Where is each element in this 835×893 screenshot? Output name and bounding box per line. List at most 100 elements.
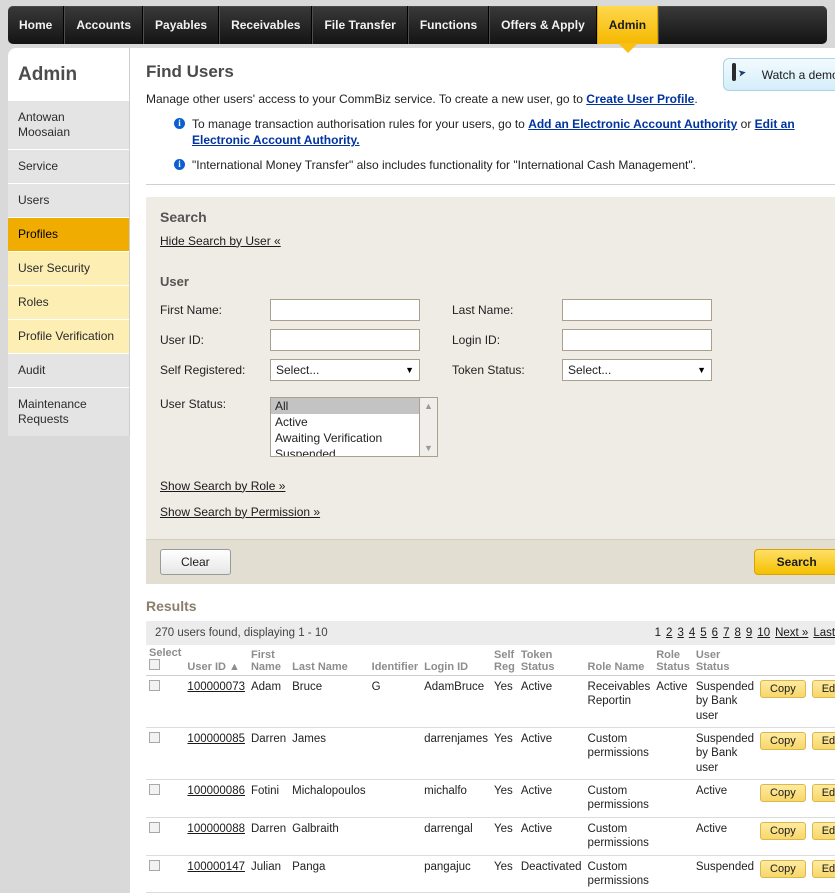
table-row: 100000073 Adam Bruce G AdamBruce Yes Active Rec… (146, 675, 835, 728)
sidebar-item-user-security[interactable]: User Security (8, 251, 129, 285)
sidebar-item-audit[interactable]: Audit (8, 353, 129, 387)
copy-button[interactable]: Copy (760, 679, 806, 698)
user-id-link[interactable]: 100000085 (187, 733, 245, 745)
notice-international-money-transfer: i "International Money Transfer" also in… (174, 157, 835, 173)
scroll-down-icon[interactable]: ▼ (424, 443, 433, 453)
pagination-page-5[interactable]: 5 (700, 627, 706, 639)
sidebar-item-profile-verification[interactable]: Profile Verification (8, 319, 129, 353)
sidebar-item-roles[interactable]: Roles (8, 285, 129, 319)
pagination-page-2[interactable]: 2 (666, 627, 672, 639)
nav-item-accounts[interactable]: Accounts (64, 6, 144, 44)
sidebar-item-antowan-moosaian[interactable]: Antowan Moosaian (8, 100, 129, 149)
cell-identifier: G (368, 675, 422, 728)
user-id-link[interactable]: 100000073 (187, 681, 245, 693)
cell-role-name: Custom permissions (584, 779, 654, 818)
create-user-profile-link[interactable]: Create User Profile (586, 92, 694, 106)
row-checkbox[interactable] (149, 821, 160, 833)
cell-login-id: darrenjames (421, 727, 492, 781)
cell-self-reg: Yes (491, 817, 518, 856)
pagination-page-9[interactable]: 9 (746, 627, 752, 639)
clear-button[interactable]: Clear (160, 548, 231, 575)
token-status-label: Token Status: (452, 362, 525, 377)
row-select-cell (146, 727, 185, 781)
copy-button[interactable]: Copy (760, 731, 806, 750)
search-panel: Search Hide Search by User « User First … (146, 196, 835, 584)
first-name-input[interactable] (270, 298, 420, 321)
add-electronic-account-authority-link[interactable]: Add an Electronic Account Authority (528, 117, 737, 131)
sidebar-item-service[interactable]: Service (8, 149, 129, 183)
edit-button[interactable]: Edit (811, 859, 835, 878)
nav-item-admin[interactable]: Admin (596, 6, 659, 44)
column-header-user-status: User Status (692, 644, 758, 676)
show-search-by-role-link[interactable]: Show Search by Role » (160, 479, 285, 493)
search-button[interactable]: Search (753, 548, 835, 575)
show-search-by-permission-link[interactable]: Show Search by Permission » (160, 505, 320, 519)
row-checkbox[interactable] (149, 859, 160, 871)
pagination-page-8[interactable]: 8 (734, 627, 740, 639)
top-navigation-bar: Home Accounts Payables Receivables File Tran… (0, 0, 835, 53)
watch-a-demo-button[interactable]: ➤ Watch a demo (722, 58, 835, 91)
listbox-scrollbar[interactable]: ▲ ▼ (420, 396, 438, 457)
cell-token-status: Active (517, 675, 585, 728)
login-id-input[interactable] (562, 328, 712, 351)
edit-button[interactable]: Edit (811, 679, 835, 698)
nav-item-receivables[interactable]: Receivables (219, 6, 313, 44)
cell-self-reg: Yes (491, 727, 518, 781)
pagination-page-3[interactable]: 3 (677, 627, 683, 639)
chevron-down-icon: ▼ (697, 364, 706, 375)
cell-login-id: michalfo (421, 779, 492, 818)
self-registered-select[interactable]: Select... ▼ (270, 358, 420, 381)
token-status-select[interactable]: Select... ▼ (562, 358, 712, 381)
results-summary: 270 users found, displaying 1 - 10 (155, 626, 328, 639)
pagination-page-6[interactable]: 6 (712, 627, 718, 639)
pagination-page-10[interactable]: 10 (757, 627, 770, 639)
user-status-label: User Status: (160, 396, 227, 411)
copy-button[interactable]: Copy (760, 821, 806, 840)
user-id-input[interactable] (270, 328, 420, 351)
select-all-checkbox[interactable] (149, 658, 160, 670)
nav-item-functions[interactable]: Functions (407, 6, 490, 44)
cell-user-id: 100000073 (184, 675, 248, 728)
nav-item-file-transfer[interactable]: File Transfer (312, 6, 408, 44)
user-status-option-suspended[interactable]: Suspended (271, 446, 419, 456)
info-icon: i (174, 159, 185, 171)
nav-item-home[interactable]: Home (8, 6, 65, 44)
user-status-option-all[interactable]: All (271, 397, 419, 414)
row-checkbox[interactable] (149, 679, 160, 691)
user-status-listbox[interactable]: All Active Awaiting Verification Suspended (270, 396, 420, 457)
row-select-cell (146, 779, 185, 818)
nav-item-offers-apply[interactable]: Offers & Apply (489, 6, 597, 44)
pagination-last[interactable]: Last » (813, 627, 835, 639)
row-checkbox[interactable] (149, 731, 160, 743)
sidebar-item-profiles[interactable]: Profiles (8, 217, 129, 251)
user-id-link[interactable]: 100000147 (187, 861, 245, 873)
nav-item-payables[interactable]: Payables (143, 6, 220, 44)
top-navigation: Home Accounts Payables Receivables File Tran… (8, 6, 827, 53)
edit-button[interactable]: Edit (811, 731, 835, 750)
user-status-option-awaiting-verification[interactable]: Awaiting Verification (271, 430, 419, 446)
scroll-up-icon[interactable]: ▲ (424, 401, 433, 411)
pagination-page-4[interactable]: 4 (689, 627, 695, 639)
last-name-input[interactable] (562, 298, 712, 321)
sidebar-item-users[interactable]: Users (8, 183, 129, 217)
pagination-page-7[interactable]: 7 (723, 627, 729, 639)
user-status-option-active[interactable]: Active (271, 414, 419, 430)
hide-search-by-user-link[interactable]: Hide Search by User « (160, 234, 281, 248)
column-header-user-id[interactable]: User ID ▲ (184, 644, 248, 676)
intro-text-after: . (694, 92, 698, 106)
user-status-row: User Status: All Active Awaiting Verificat… (160, 396, 835, 457)
edit-button[interactable]: Edit (811, 821, 835, 840)
cell-role-name: Receivables Reportin (584, 675, 654, 728)
edit-button[interactable]: Edit (811, 784, 835, 802)
row-checkbox[interactable] (149, 784, 160, 795)
user-id-link[interactable]: 100000088 (187, 823, 245, 835)
copy-button[interactable]: Copy (760, 859, 806, 878)
sidebar-item-maintenance-requests[interactable]: Maintenance Requests (8, 387, 129, 436)
nav-filler (658, 6, 827, 44)
cell-login-id: pangajuc (421, 855, 492, 893)
first-last-name-row: First Name: Last Name: (160, 298, 835, 321)
cell-self-reg: Yes (491, 779, 518, 818)
user-id-link[interactable]: 100000086 (187, 785, 245, 797)
pagination-next[interactable]: Next » (775, 627, 808, 639)
copy-button[interactable]: Copy (760, 784, 806, 802)
